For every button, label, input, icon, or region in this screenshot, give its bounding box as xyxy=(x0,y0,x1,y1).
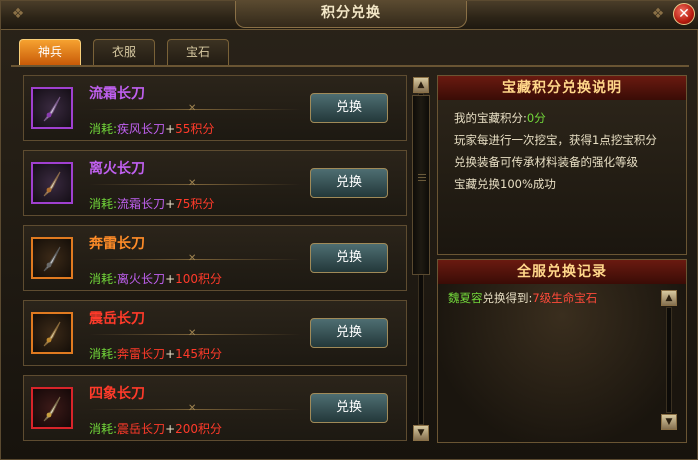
ornament-icon: ❖ xyxy=(11,6,25,22)
list-item: 奔雷长刀 ✕ 消耗:离火长刀+100积分 兑换 xyxy=(23,225,407,291)
list-item: 离火长刀 ✕ 消耗:流霜长刀+75积分 兑换 xyxy=(23,150,407,216)
record-panel-title: 全服兑换记录 xyxy=(438,260,686,285)
title-bar[interactable]: ❖ ❖ 积分兑换 xyxy=(1,1,698,30)
exchange-window: ❖ ❖ 积分兑换 ✕ 神兵 衣服 宝石 流霜长刀 ✕ 消耗:疾风长刀+55积分 … xyxy=(0,0,698,460)
list-item: 震岳长刀 ✕ 消耗:奔雷长刀+145积分 兑换 xyxy=(23,300,407,366)
scroll-track[interactable] xyxy=(666,307,672,413)
record-panel-body: 魏夏容兑换得到:7级生命宝石 ▲ ▼ xyxy=(438,284,686,442)
scroll-thumb[interactable] xyxy=(412,95,430,275)
item-name: 震岳长刀 xyxy=(89,311,145,327)
orange-blade-icon xyxy=(43,321,61,347)
list-item: 流霜长刀 ✕ 消耗:疾风长刀+55积分 兑换 xyxy=(23,75,407,141)
item-name: 四象长刀 xyxy=(89,386,145,402)
grip-line xyxy=(418,177,426,178)
exchange-button[interactable]: 兑换 xyxy=(310,393,388,423)
grip-line xyxy=(418,174,426,175)
info-panel: 宝藏积分兑换说明 我的宝藏积分:0分 玩家每进行一次挖宝，获得1点挖宝积分 兑换… xyxy=(437,75,687,255)
item-slot[interactable] xyxy=(31,87,73,129)
item-name: 离火长刀 xyxy=(89,161,145,177)
cost-text: 消耗:疾风长刀+55积分 xyxy=(89,122,215,136)
item-name: 流霜长刀 xyxy=(89,86,145,102)
scroll-up-button[interactable]: ▲ xyxy=(413,77,429,93)
divider-ornament-icon: ✕ xyxy=(188,178,197,189)
exchange-button[interactable]: 兑换 xyxy=(310,93,388,123)
info-line: 玩家每进行一次挖宝，获得1点挖宝积分 xyxy=(454,133,657,147)
points-line: 我的宝藏积分:0分 xyxy=(454,111,546,125)
red-blade-icon xyxy=(43,396,61,422)
scroll-up-button[interactable]: ▲ xyxy=(661,290,677,306)
item-slot[interactable] xyxy=(31,387,73,429)
cost-text: 消耗:离火长刀+100积分 xyxy=(89,272,223,286)
tab-divider xyxy=(11,65,689,67)
item-slot[interactable] xyxy=(31,312,73,354)
record-scrollbar[interactable]: ▲ ▼ xyxy=(660,290,678,430)
orange-blade-icon xyxy=(43,246,61,272)
divider-ornament-icon: ✕ xyxy=(188,103,197,114)
cost-text: 消耗:震岳长刀+200积分 xyxy=(89,422,223,436)
info-line: 兑换装备可传承材料装备的强化等级 xyxy=(454,155,638,169)
info-line: 宝藏兑换100%成功 xyxy=(454,177,556,191)
item-name: 奔雷长刀 xyxy=(89,236,145,252)
record-panel: 全服兑换记录 魏夏容兑换得到:7级生命宝石 ▲ ▼ xyxy=(437,259,687,443)
cost-text: 消耗:奔雷长刀+145积分 xyxy=(89,347,223,361)
tab-shenbing[interactable]: 神兵 xyxy=(19,39,81,65)
purple-blade-icon xyxy=(43,171,61,197)
divider-ornament-icon: ✕ xyxy=(188,328,197,339)
purple-blade-icon xyxy=(43,96,61,122)
info-panel-title: 宝藏积分兑换说明 xyxy=(438,76,686,101)
exchange-button[interactable]: 兑换 xyxy=(310,318,388,348)
tab-gems[interactable]: 宝石 xyxy=(167,39,229,65)
record-line: 魏夏容兑换得到:7级生命宝石 xyxy=(448,291,598,305)
info-panel-body: 我的宝藏积分:0分 玩家每进行一次挖宝，获得1点挖宝积分 兑换装备可传承材料装备… xyxy=(438,100,686,254)
close-button[interactable]: ✕ xyxy=(673,3,695,25)
window-title: 积分兑换 xyxy=(235,1,467,28)
item-list: 流霜长刀 ✕ 消耗:疾风长刀+55积分 兑换 离火长刀 ✕ 消耗:流霜长刀+75… xyxy=(23,75,407,443)
list-scrollbar[interactable]: ▲ ▼ xyxy=(411,75,431,443)
grip-line xyxy=(418,180,426,181)
scroll-down-button[interactable]: ▼ xyxy=(413,425,429,441)
scroll-down-button[interactable]: ▼ xyxy=(661,414,677,430)
divider-ornament-icon: ✕ xyxy=(188,403,197,414)
list-item: 四象长刀 ✕ 消耗:震岳长刀+200积分 兑换 xyxy=(23,375,407,441)
exchange-button[interactable]: 兑换 xyxy=(310,243,388,273)
tab-clothes[interactable]: 衣服 xyxy=(93,39,155,65)
cost-text: 消耗:流霜长刀+75积分 xyxy=(89,197,215,211)
item-slot[interactable] xyxy=(31,237,73,279)
ornament-icon: ❖ xyxy=(651,6,665,22)
divider-ornament-icon: ✕ xyxy=(188,253,197,264)
item-slot[interactable] xyxy=(31,162,73,204)
exchange-button[interactable]: 兑换 xyxy=(310,168,388,198)
